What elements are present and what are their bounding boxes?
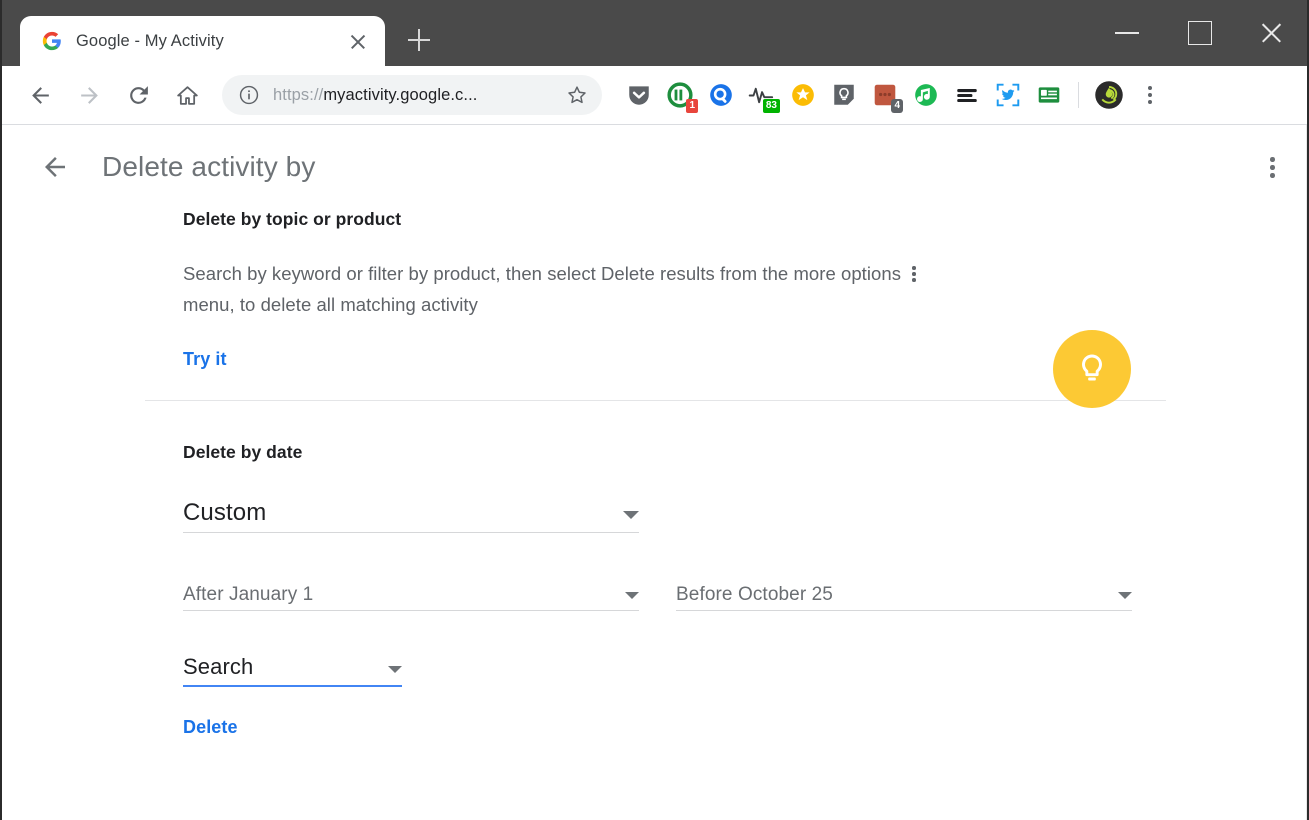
- analytics-extension-icon[interactable]: 83: [741, 75, 782, 116]
- page-overflow-menu-icon[interactable]: [1255, 147, 1289, 187]
- maximize-button[interactable]: [1163, 0, 1235, 66]
- star-rating-extension-icon[interactable]: [782, 75, 823, 116]
- section-topic-body-part1: Search by keyword or filter by product, …: [183, 263, 901, 284]
- pocket-extension-icon[interactable]: [618, 75, 659, 116]
- address-bar[interactable]: https://myactivity.google.c...: [222, 75, 602, 115]
- search-lens-extension-icon[interactable]: [700, 75, 741, 116]
- lightbulb-fab-button[interactable]: [1053, 330, 1131, 408]
- home-icon[interactable]: [167, 75, 207, 115]
- browser-window: Google - My Activity: [0, 0, 1309, 820]
- page-header: Delete activity by: [2, 125, 1307, 209]
- red-grid-extension-icon[interactable]: 4: [864, 75, 905, 116]
- after-date-select[interactable]: After January 1: [183, 567, 639, 611]
- reload-icon[interactable]: [118, 75, 158, 115]
- extension-badge: 1: [686, 99, 698, 113]
- title-bar: Google - My Activity: [2, 0, 1307, 66]
- section-date-heading: Delete by date: [183, 442, 1307, 463]
- chevron-down-icon: [388, 666, 402, 673]
- music-extension-icon[interactable]: [905, 75, 946, 116]
- noise-blocker-extension-icon[interactable]: 1: [659, 75, 700, 116]
- try-it-link[interactable]: Try it: [183, 349, 227, 370]
- inline-more-options-icon: [906, 265, 922, 283]
- extension-toolbar: 1 83: [618, 75, 1293, 116]
- back-icon[interactable]: [20, 75, 60, 115]
- page-back-icon[interactable]: [32, 144, 78, 190]
- extension-badge: 83: [763, 99, 780, 113]
- before-date-value: Before October 25: [676, 584, 1118, 611]
- chevron-down-icon: [1118, 592, 1132, 599]
- close-button[interactable]: [1235, 0, 1307, 66]
- chevron-down-icon: [623, 511, 639, 519]
- browser-menu-icon[interactable]: [1133, 76, 1167, 114]
- search-product-select[interactable]: Search: [183, 643, 402, 687]
- url-text: https://myactivity.google.c...: [273, 86, 557, 105]
- after-date-value: After January 1: [183, 584, 625, 611]
- tab-title: Google - My Activity: [76, 32, 331, 51]
- section-topic-body-part2: menu, to delete all matching activity: [183, 294, 478, 315]
- google-g-icon: [42, 31, 62, 51]
- section-topic-heading: Delete by topic or product: [183, 209, 1307, 230]
- date-range-value: Custom: [183, 499, 623, 533]
- minimize-button[interactable]: [1091, 0, 1163, 66]
- before-date-select[interactable]: Before October 25: [676, 567, 1132, 611]
- forward-icon[interactable]: [69, 75, 109, 115]
- reader-lines-extension-icon[interactable]: [946, 75, 987, 116]
- star-icon[interactable]: [565, 83, 589, 107]
- new-tab-button[interactable]: [397, 18, 441, 62]
- lightbulb-icon: [1072, 349, 1112, 389]
- url-scheme: https://: [273, 86, 323, 104]
- section-topic-body: Search by keyword or filter by product, …: [183, 258, 973, 320]
- browser-tab[interactable]: Google - My Activity: [20, 16, 385, 66]
- info-circle-icon[interactable]: [238, 84, 260, 106]
- twitter-extension-icon[interactable]: [987, 75, 1028, 116]
- section-delete-by-topic: Delete by topic or product Search by key…: [183, 209, 1307, 370]
- section-delete-by-date: Delete by date Custom After January 1 Be…: [183, 442, 1307, 738]
- browser-toolbar: https://myactivity.google.c...: [2, 66, 1307, 125]
- notes-card-extension-icon[interactable]: [1028, 75, 1069, 116]
- tab-strip: Google - My Activity: [2, 0, 441, 66]
- section-divider: [145, 400, 1166, 401]
- content-area: Delete by topic or product Search by key…: [2, 209, 1307, 738]
- chevron-down-icon: [625, 592, 639, 599]
- toolbar-divider: [1078, 82, 1079, 108]
- date-range-select[interactable]: Custom: [183, 489, 639, 533]
- profile-avatar[interactable]: [1088, 75, 1129, 116]
- window-controls: [1091, 0, 1307, 66]
- close-tab-icon[interactable]: [345, 28, 371, 54]
- url-host: myactivity.google.c...: [323, 86, 477, 104]
- page-title: Delete activity by: [102, 151, 315, 183]
- date-bounds-row: After January 1 Before October 25: [183, 567, 1307, 611]
- lightbulb-notes-extension-icon[interactable]: [823, 75, 864, 116]
- delete-link[interactable]: Delete: [183, 717, 238, 738]
- search-product-value: Search: [183, 654, 388, 687]
- page-content: Delete activity by Delete by topic or pr…: [2, 125, 1307, 820]
- extension-badge: 4: [891, 99, 903, 113]
